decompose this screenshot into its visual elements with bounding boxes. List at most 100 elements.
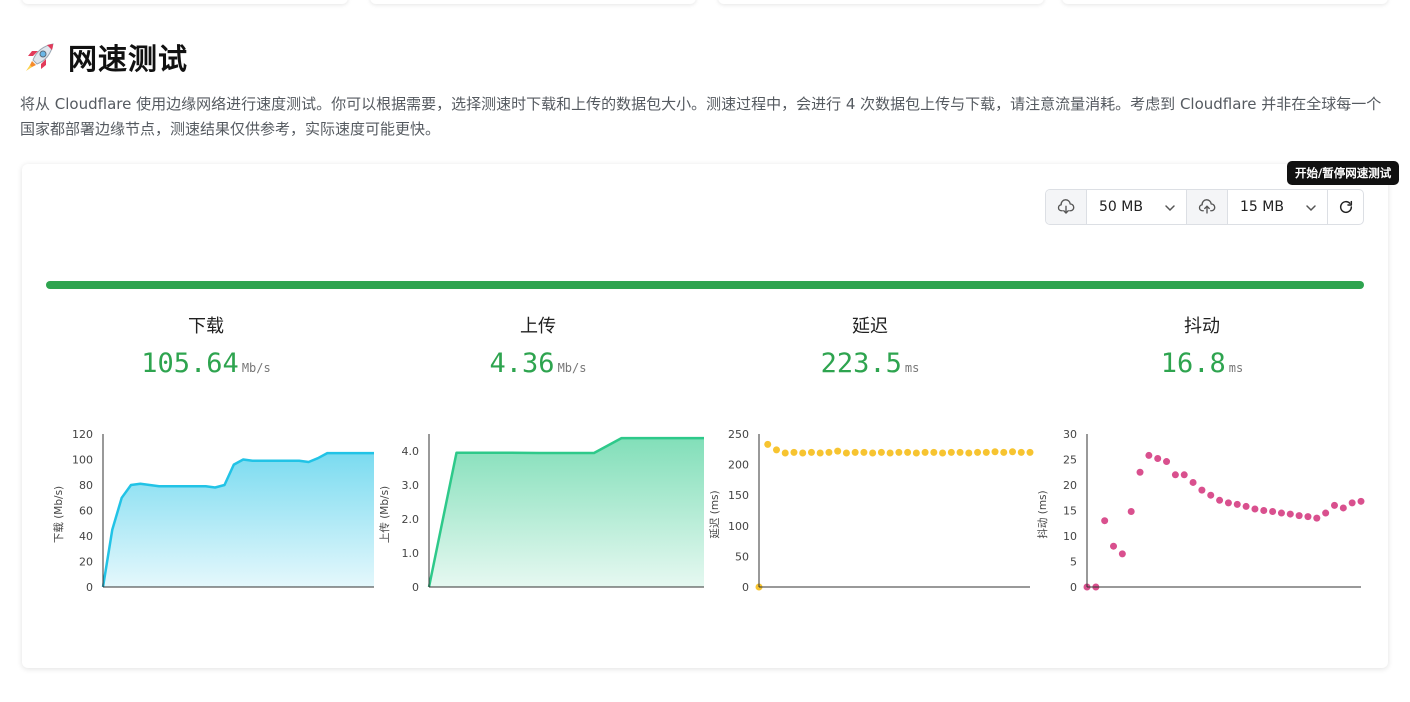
data-point	[1216, 496, 1224, 504]
y-tick-label: 0	[1070, 581, 1077, 594]
data-point	[1118, 550, 1126, 558]
data-point	[1000, 448, 1008, 456]
y-tick-label: 15	[1063, 505, 1077, 518]
metric-unit: ms	[904, 361, 920, 375]
upload-metric: 上传 4.36 Mb/s	[373, 314, 703, 381]
data-point	[1357, 497, 1365, 505]
upload-size-value: 15 MB	[1240, 199, 1284, 215]
chevron-down-icon	[1306, 205, 1316, 212]
metric-label: 延迟	[852, 316, 888, 337]
metric-unit: Mb/s	[557, 361, 587, 375]
data-point	[965, 449, 973, 457]
data-point	[895, 448, 903, 456]
data-point	[1198, 486, 1206, 494]
download-speed-value: 105.64	[141, 348, 239, 379]
data-point	[1189, 478, 1197, 486]
data-point	[904, 448, 912, 456]
metric-label: 上传	[520, 316, 556, 337]
y-tick-label: 20	[79, 556, 93, 569]
y-tick-label: 250	[728, 428, 749, 441]
top-card	[718, 0, 1044, 4]
y-tick-label: 25	[1063, 454, 1077, 467]
jitter-metric: 抖动 16.8 ms	[1037, 314, 1367, 381]
y-tick-label: 30	[1063, 428, 1077, 441]
page-description: 将从 Cloudflare 使用边缘网络进行速度测试。你可以根据需要，选择测速时…	[20, 95, 1382, 138]
data-point	[807, 448, 815, 456]
data-point	[1127, 508, 1135, 516]
y-tick-label: 20	[1063, 479, 1077, 492]
latency-metric: 延迟 223.5 ms	[705, 314, 1035, 381]
data-point	[1171, 471, 1179, 479]
y-tick-label: 0	[86, 581, 93, 594]
data-point	[860, 448, 868, 456]
refresh-icon	[1339, 200, 1352, 214]
data-point	[982, 448, 990, 456]
data-point	[1339, 504, 1347, 512]
y-tick-label: 200	[728, 459, 749, 472]
y-tick-label: 4.0	[402, 445, 420, 458]
data-point	[764, 440, 772, 448]
y-tick-label: 0	[742, 581, 749, 594]
y-axis-label: 延迟 (ms)	[708, 490, 721, 538]
series-area	[103, 453, 374, 587]
data-point	[1154, 454, 1162, 462]
y-tick-label: 60	[79, 505, 93, 518]
y-tick-label: 50	[735, 550, 749, 563]
y-axis-label: 下载 (Mb/s)	[53, 486, 65, 543]
upload-speed-value: 4.36	[489, 348, 555, 379]
data-point	[790, 448, 798, 456]
rocket-icon	[26, 43, 54, 71]
top-cards-strip	[0, 0, 1410, 6]
data-point	[991, 448, 999, 456]
y-axis-label: 抖动 (ms)	[1036, 490, 1049, 538]
data-point	[842, 449, 850, 457]
y-tick-label: 80	[79, 479, 93, 492]
top-card	[370, 0, 696, 4]
test-progress-bar	[46, 281, 1364, 289]
download-size-select[interactable]: 50 MB	[1087, 190, 1187, 224]
y-tick-label: 0	[412, 581, 419, 594]
data-point	[947, 448, 955, 456]
download-metric: 下载 105.64 Mb/s	[41, 314, 371, 381]
series-area	[429, 438, 704, 587]
data-point	[1136, 468, 1144, 476]
data-point	[939, 449, 947, 457]
top-card	[1062, 0, 1388, 4]
y-tick-label: 10	[1063, 530, 1077, 543]
data-point	[1330, 501, 1338, 509]
y-tick-label: 120	[72, 428, 93, 441]
data-point	[921, 448, 929, 456]
data-point	[930, 448, 938, 456]
cloud-download-icon	[1057, 199, 1075, 214]
data-point	[1242, 502, 1250, 510]
data-point	[781, 449, 789, 457]
start-pause-button[interactable]	[1328, 190, 1363, 224]
data-point	[1110, 542, 1118, 550]
jitter-value: 16.8	[1160, 348, 1226, 379]
download-size-addon	[1046, 190, 1087, 224]
data-point	[1026, 448, 1034, 456]
data-point	[1313, 514, 1321, 522]
data-point	[974, 448, 982, 456]
metric-label: 抖动	[1184, 316, 1220, 337]
y-tick-label: 100	[728, 520, 749, 533]
download-chart: 0 20 40 60 80 100 120 下载 (Mb/s)	[53, 428, 374, 594]
data-point	[886, 449, 894, 457]
data-point	[956, 448, 964, 456]
metric-label: 下载	[188, 316, 224, 337]
data-point	[1163, 458, 1171, 466]
data-point	[1017, 448, 1025, 456]
page-title: 网速测试	[68, 42, 189, 76]
speedtest-toolbar: 50 MB 15 MB	[1045, 189, 1364, 225]
y-tick-label: 150	[728, 489, 749, 502]
section-heading: 网速测试	[22, 36, 188, 78]
data-point	[1009, 448, 1017, 456]
metric-unit: Mb/s	[241, 361, 271, 375]
upload-chart: 0 1.0 2.0 3.0 4.0 上传 (Mb/s)	[379, 434, 704, 594]
jitter-chart: 0 5 10 15 20 25 30 抖动 (ms)	[1036, 428, 1365, 594]
download-size-value: 50 MB	[1099, 199, 1143, 215]
chevron-down-icon	[1165, 205, 1175, 212]
data-point	[1304, 513, 1312, 521]
upload-size-select[interactable]: 15 MB	[1228, 190, 1328, 224]
latency-value: 223.5	[820, 348, 902, 379]
